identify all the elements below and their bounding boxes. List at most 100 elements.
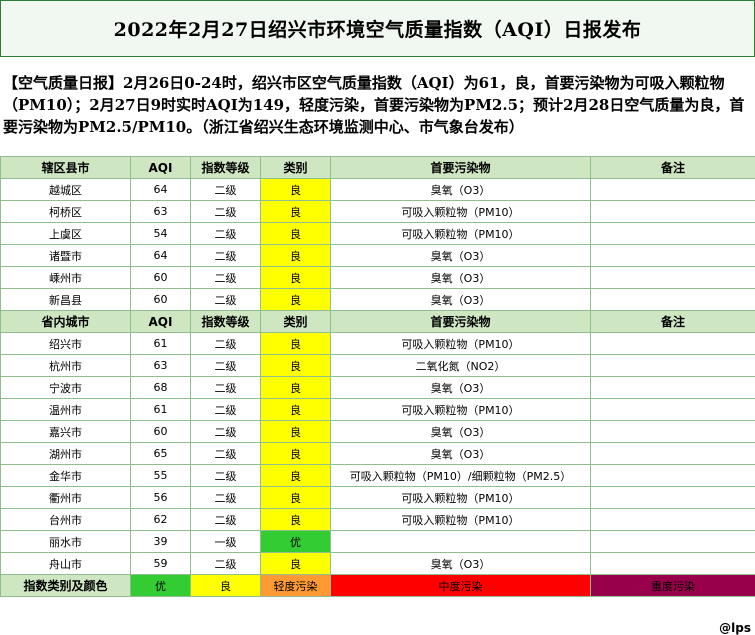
legend-row: 指数类别及颜色优良轻度污染中度污染重度污染严重污染 (0, 574, 755, 597)
column-header-category: 类别 (260, 310, 331, 333)
index-level-cell: 二级 (190, 244, 261, 267)
note-cell (590, 376, 755, 399)
city-header-row: 省内城市 AQI 指数等级 类别 首要污染物 备注 (0, 310, 755, 333)
index-level-cell: 二级 (190, 332, 261, 355)
region-name-cell: 温州市 (0, 398, 131, 421)
category-cell: 良 (260, 332, 331, 355)
aqi-value-cell: 60 (130, 420, 191, 443)
category-cell: 良 (260, 222, 331, 245)
aqi-value-cell: 56 (130, 486, 191, 509)
note-cell (590, 354, 755, 377)
note-cell (590, 398, 755, 421)
column-header-primary-pollutant: 首要污染物 (330, 156, 591, 179)
aqi-value-cell: 65 (130, 442, 191, 465)
aqi-value-cell: 61 (130, 398, 191, 421)
table-row: 宁波市 68 二级良臭氧（O3） (0, 376, 755, 399)
index-level-cell: 二级 (190, 222, 261, 245)
primary-pollutant-cell: 二氧化氮（NO2） (330, 354, 591, 377)
primary-pollutant-cell: 臭氧（O3） (330, 178, 591, 201)
category-cell: 良 (260, 552, 331, 575)
note-cell (590, 464, 755, 487)
index-level-cell: 二级 (190, 376, 261, 399)
index-level-cell: 二级 (190, 486, 261, 509)
column-header-category: 类别 (260, 156, 331, 179)
table-row: 金华市 55 二级良可吸入颗粒物（PM10）/细颗粒物（PM2.5） (0, 464, 755, 487)
column-header-region-name: 省内城市 (0, 310, 131, 333)
table-row: 越城区 64 二级良臭氧（O3） (0, 178, 755, 201)
aqi-value-cell: 59 (130, 552, 191, 575)
aqi-value-cell: 64 (130, 244, 191, 267)
daily-notice: 【空气质量日报】2月26日0-24时，绍兴市区空气质量指数（AQI）为61，良，… (3, 74, 745, 136)
aqi-value-cell: 68 (130, 376, 191, 399)
note-cell (590, 552, 755, 575)
note-cell (590, 442, 755, 465)
primary-pollutant-cell: 可吸入颗粒物（PM10） (330, 398, 591, 421)
table-row: 嘉兴市 60 二级良臭氧（O3） (0, 420, 755, 443)
table-row: 湖州市 65 二级良臭氧（O3） (0, 442, 755, 465)
column-header-aqi-value: AQI (130, 156, 191, 179)
region-name-cell: 柯桥区 (0, 200, 131, 223)
table-row: 嵊州市 60 二级良臭氧（O3） (0, 266, 755, 289)
category-cell: 良 (260, 508, 331, 531)
aqi-value-cell: 62 (130, 508, 191, 531)
primary-pollutant-cell: 可吸入颗粒物（PM10） (330, 332, 591, 355)
region-name-cell: 上虞区 (0, 222, 131, 245)
table-row: 台州市 62 二级良可吸入颗粒物（PM10） (0, 508, 755, 531)
note-cell (590, 244, 755, 267)
table-row: 舟山市 59 二级良臭氧（O3） (0, 552, 755, 575)
aqi-value-cell: 61 (130, 332, 191, 355)
region-name-cell: 舟山市 (0, 552, 131, 575)
category-cell: 良 (260, 486, 331, 509)
primary-pollutant-cell: 臭氧（O3） (330, 266, 591, 289)
region-name-cell: 嵊州市 (0, 266, 131, 289)
region-name-cell: 杭州市 (0, 354, 131, 377)
index-level-cell: 二级 (190, 398, 261, 421)
category-cell: 优 (260, 530, 331, 553)
note-cell (590, 508, 755, 531)
primary-pollutant-cell: 可吸入颗粒物（PM10） (330, 486, 591, 509)
aqi-value-cell: 60 (130, 288, 191, 311)
table-row: 丽水市 39 一级优 (0, 530, 755, 553)
index-level-cell: 一级 (190, 530, 261, 553)
column-header-index-level: 指数等级 (190, 156, 261, 179)
note-cell (590, 222, 755, 245)
index-level-cell: 二级 (190, 178, 261, 201)
note-cell (590, 266, 755, 289)
note-cell (590, 178, 755, 201)
category-cell: 良 (260, 178, 331, 201)
aqi-table: 辖区县市 AQI 指数等级 类别 首要污染物 备注 越城区 64 二级良臭氧（O3） 柯桥区 63 二… (0, 156, 755, 597)
note-cell (590, 530, 755, 553)
column-header-note: 备注 (590, 310, 755, 333)
page-title: 2022年2月27日绍兴市环境空气质量指数（AQI）日报发布 (0, 0, 755, 57)
legend-label: 指数类别及颜色 (0, 574, 131, 597)
index-level-cell: 二级 (190, 442, 261, 465)
index-level-cell: 二级 (190, 420, 261, 443)
primary-pollutant-cell: 臭氧（O3） (330, 376, 591, 399)
column-header-primary-pollutant: 首要污染物 (330, 310, 591, 333)
legend-swatch: 良 (190, 574, 261, 597)
aqi-value-cell: 63 (130, 354, 191, 377)
index-level-cell: 二级 (190, 266, 261, 289)
legend-swatch: 优 (130, 574, 191, 597)
region-name-cell: 越城区 (0, 178, 131, 201)
legend-swatch: 中度污染 (330, 574, 591, 597)
table-row: 新昌县 60 二级良臭氧（O3） (0, 288, 755, 311)
column-header-index-level: 指数等级 (190, 310, 261, 333)
primary-pollutant-cell: 臭氧（O3） (330, 552, 591, 575)
region-name-cell: 湖州市 (0, 442, 131, 465)
table-row: 温州市 61 二级良可吸入颗粒物（PM10） (0, 398, 755, 421)
category-cell: 良 (260, 200, 331, 223)
region-name-cell: 嘉兴市 (0, 420, 131, 443)
region-name-cell: 丽水市 (0, 530, 131, 553)
note-cell (590, 420, 755, 443)
county-header-row: 辖区县市 AQI 指数等级 类别 首要污染物 备注 (0, 156, 755, 179)
column-header-aqi-value: AQI (130, 310, 191, 333)
column-header-region-name: 辖区县市 (0, 156, 131, 179)
region-name-cell: 台州市 (0, 508, 131, 531)
index-level-cell: 二级 (190, 200, 261, 223)
region-name-cell: 衢州市 (0, 486, 131, 509)
table-row: 绍兴市 61 二级良可吸入颗粒物（PM10） (0, 332, 755, 355)
aqi-value-cell: 64 (130, 178, 191, 201)
category-cell: 良 (260, 464, 331, 487)
note-cell (590, 332, 755, 355)
